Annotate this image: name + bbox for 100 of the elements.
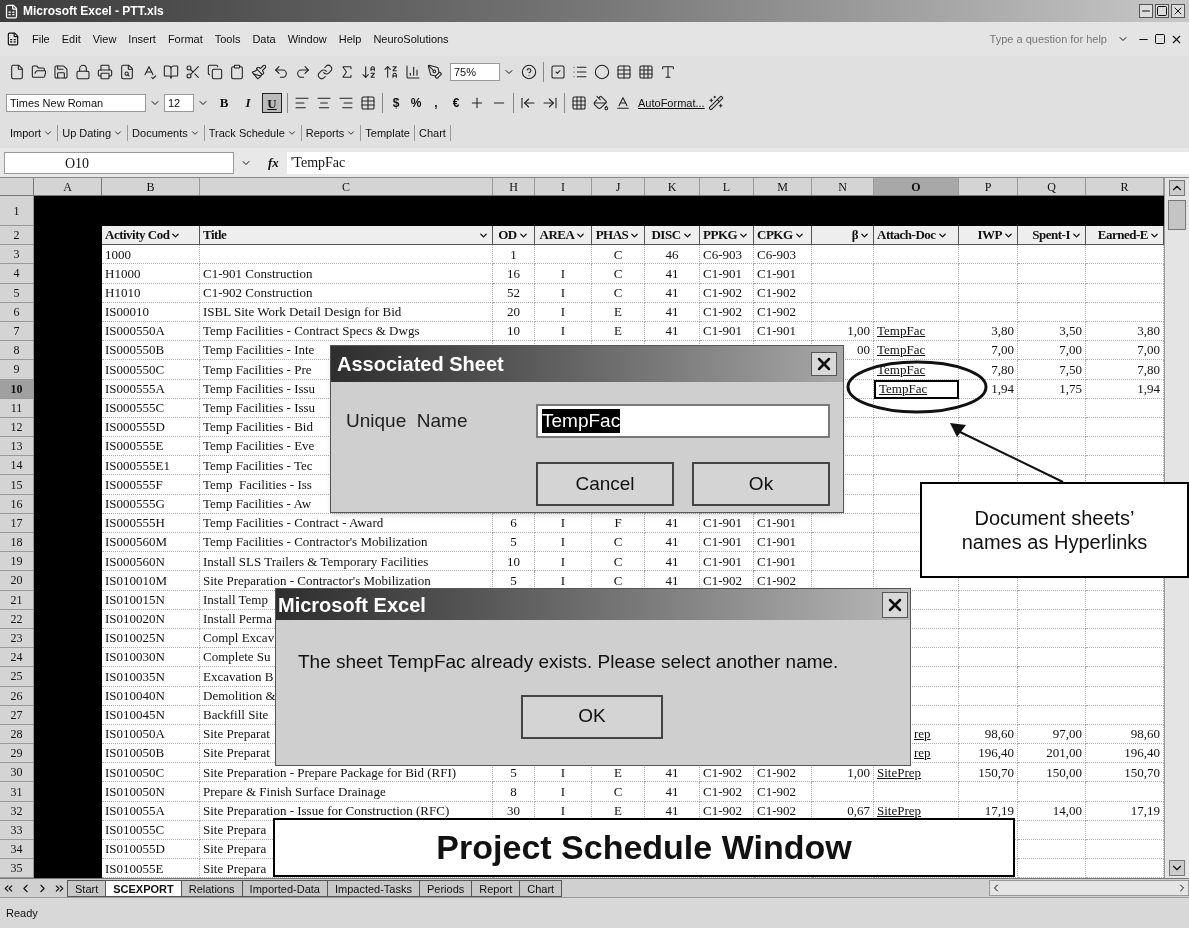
increase-decimal-icon[interactable] <box>469 95 485 111</box>
row-header[interactable]: 20 <box>0 571 34 591</box>
row-header[interactable]: 5 <box>0 283 34 303</box>
row-header[interactable]: 19 <box>0 552 34 572</box>
book-icon[interactable] <box>163 64 179 80</box>
row-header[interactable]: 24 <box>0 648 34 668</box>
column-header[interactable]: J <box>592 178 645 195</box>
cut-icon[interactable] <box>185 64 201 80</box>
column-header[interactable]: K <box>645 178 700 195</box>
row-header[interactable]: 33 <box>0 820 34 840</box>
restore-icon[interactable] <box>1154 33 1166 45</box>
menu-item[interactable]: Edit <box>55 30 87 48</box>
folder-icon[interactable] <box>31 64 47 80</box>
row-header[interactable]: 35 <box>0 859 34 879</box>
menu-item[interactable]: Tools <box>208 30 247 48</box>
column-header[interactable]: L <box>700 178 754 195</box>
chart-icon[interactable] <box>405 64 421 80</box>
align-center-icon[interactable] <box>316 95 332 111</box>
align-right-icon[interactable] <box>338 95 354 111</box>
autoformat-button[interactable]: AutoFormat... <box>638 94 705 112</box>
scroll-thumb[interactable] <box>1168 200 1186 230</box>
drawing-icon[interactable] <box>427 64 443 80</box>
close-icon[interactable] <box>1171 4 1185 18</box>
row-header[interactable]: 22 <box>0 609 34 629</box>
toolbar-menu[interactable]: Track Schedule <box>204 124 301 142</box>
row-header[interactable]: 31 <box>0 782 34 802</box>
sheet-tab[interactable]: Chart <box>519 879 563 897</box>
toolbar-menu[interactable]: Documents <box>128 124 204 142</box>
hyperlink[interactable]: SitePrep <box>877 762 922 783</box>
menu-item[interactable]: Format <box>161 30 209 48</box>
spelling-icon[interactable] <box>141 64 157 80</box>
number-format-button[interactable]: € <box>447 94 465 112</box>
row-header[interactable]: 2 <box>0 226 34 246</box>
row-header[interactable]: 6 <box>0 302 34 322</box>
row-header[interactable]: 17 <box>0 513 34 533</box>
column-header[interactable]: C <box>200 178 493 195</box>
column-header[interactable]: M <box>754 178 812 195</box>
number-format-button[interactable]: , <box>427 94 445 112</box>
selected-cell[interactable]: TempFac <box>874 379 959 399</box>
column-header[interactable]: B <box>102 178 200 195</box>
style-button[interactable]: U <box>262 93 282 113</box>
row-header[interactable]: 7 <box>0 321 34 342</box>
lock-icon[interactable] <box>75 64 91 80</box>
hyperlink[interactable]: SitePrep <box>877 800 922 821</box>
font-field[interactable]: Times New Roman <box>6 93 146 113</box>
print-preview-icon[interactable] <box>119 64 135 80</box>
decrease-indent-icon[interactable] <box>520 95 536 111</box>
row-header[interactable]: 4 <box>0 264 34 284</box>
paste-icon[interactable] <box>229 64 245 80</box>
increase-indent-icon[interactable] <box>542 95 558 111</box>
column-header[interactable]: Q <box>1018 178 1086 195</box>
function-label[interactable]: fx <box>268 152 279 173</box>
row-header[interactable]: 16 <box>0 494 34 514</box>
name-input[interactable]: TempFac <box>536 404 830 438</box>
style-button[interactable]: B <box>214 93 234 113</box>
row-header[interactable]: 26 <box>0 686 34 706</box>
ok-button[interactable]: OK <box>521 694 663 739</box>
menu-item[interactable]: Insert <box>122 30 162 48</box>
merge-cells-icon[interactable] <box>360 95 376 111</box>
row-header[interactable]: 18 <box>0 533 34 553</box>
sheet-tab[interactable]: Impacted-Tasks <box>326 879 420 897</box>
radio-icon[interactable] <box>594 64 610 80</box>
row-header[interactable]: 9 <box>0 360 34 380</box>
name-box[interactable]: O10 <box>4 151 234 174</box>
wand-icon[interactable] <box>707 95 724 111</box>
hyperlink[interactable]: TempFac <box>879 379 928 399</box>
hyperlink[interactable]: TempFac <box>877 340 926 360</box>
sigma-icon[interactable] <box>339 64 355 80</box>
hyperlink[interactable]: TempFac <box>877 321 926 341</box>
row-header[interactable]: 27 <box>0 705 34 725</box>
sheet-tab[interactable]: Periods <box>418 879 473 897</box>
row-header[interactable]: 15 <box>0 475 34 495</box>
select-all-corner[interactable] <box>0 178 34 196</box>
column-header[interactable]: A <box>34 178 102 196</box>
hyperlink[interactable]: rep <box>914 724 931 744</box>
toolbar-menu[interactable]: Reports <box>301 124 361 142</box>
sheet-tab[interactable]: Report <box>471 879 521 897</box>
horizontal-scrollbar[interactable] <box>989 880 1189 897</box>
row-header[interactable]: 25 <box>0 667 34 687</box>
close-button[interactable] <box>882 591 908 618</box>
help-search-field[interactable]: Type a question for help <box>985 30 1111 48</box>
new-file-icon[interactable] <box>9 64 25 80</box>
menu-item[interactable]: File <box>26 30 56 48</box>
menu-item[interactable]: Data <box>246 30 282 48</box>
fill-color-icon[interactable] <box>593 95 609 111</box>
menu-item[interactable]: Help <box>332 30 368 48</box>
row-header[interactable]: 28 <box>0 724 34 745</box>
undo-icon[interactable] <box>273 64 289 80</box>
grid-icon[interactable] <box>638 64 654 80</box>
borders-icon[interactable] <box>571 95 587 111</box>
paintbrush-icon[interactable] <box>251 64 267 80</box>
hyperlink[interactable]: rep <box>914 743 931 763</box>
menu-item[interactable]: Window <box>281 30 333 48</box>
hyperlink-icon[interactable] <box>317 64 333 80</box>
row-header[interactable]: 8 <box>0 341 34 361</box>
text-icon[interactable] <box>660 64 676 80</box>
toolbar-menu[interactable]: Import <box>6 124 58 142</box>
sheet-tab[interactable]: Start <box>67 879 107 897</box>
row-header[interactable]: 13 <box>0 437 34 457</box>
row-header[interactable]: 3 <box>0 245 34 265</box>
